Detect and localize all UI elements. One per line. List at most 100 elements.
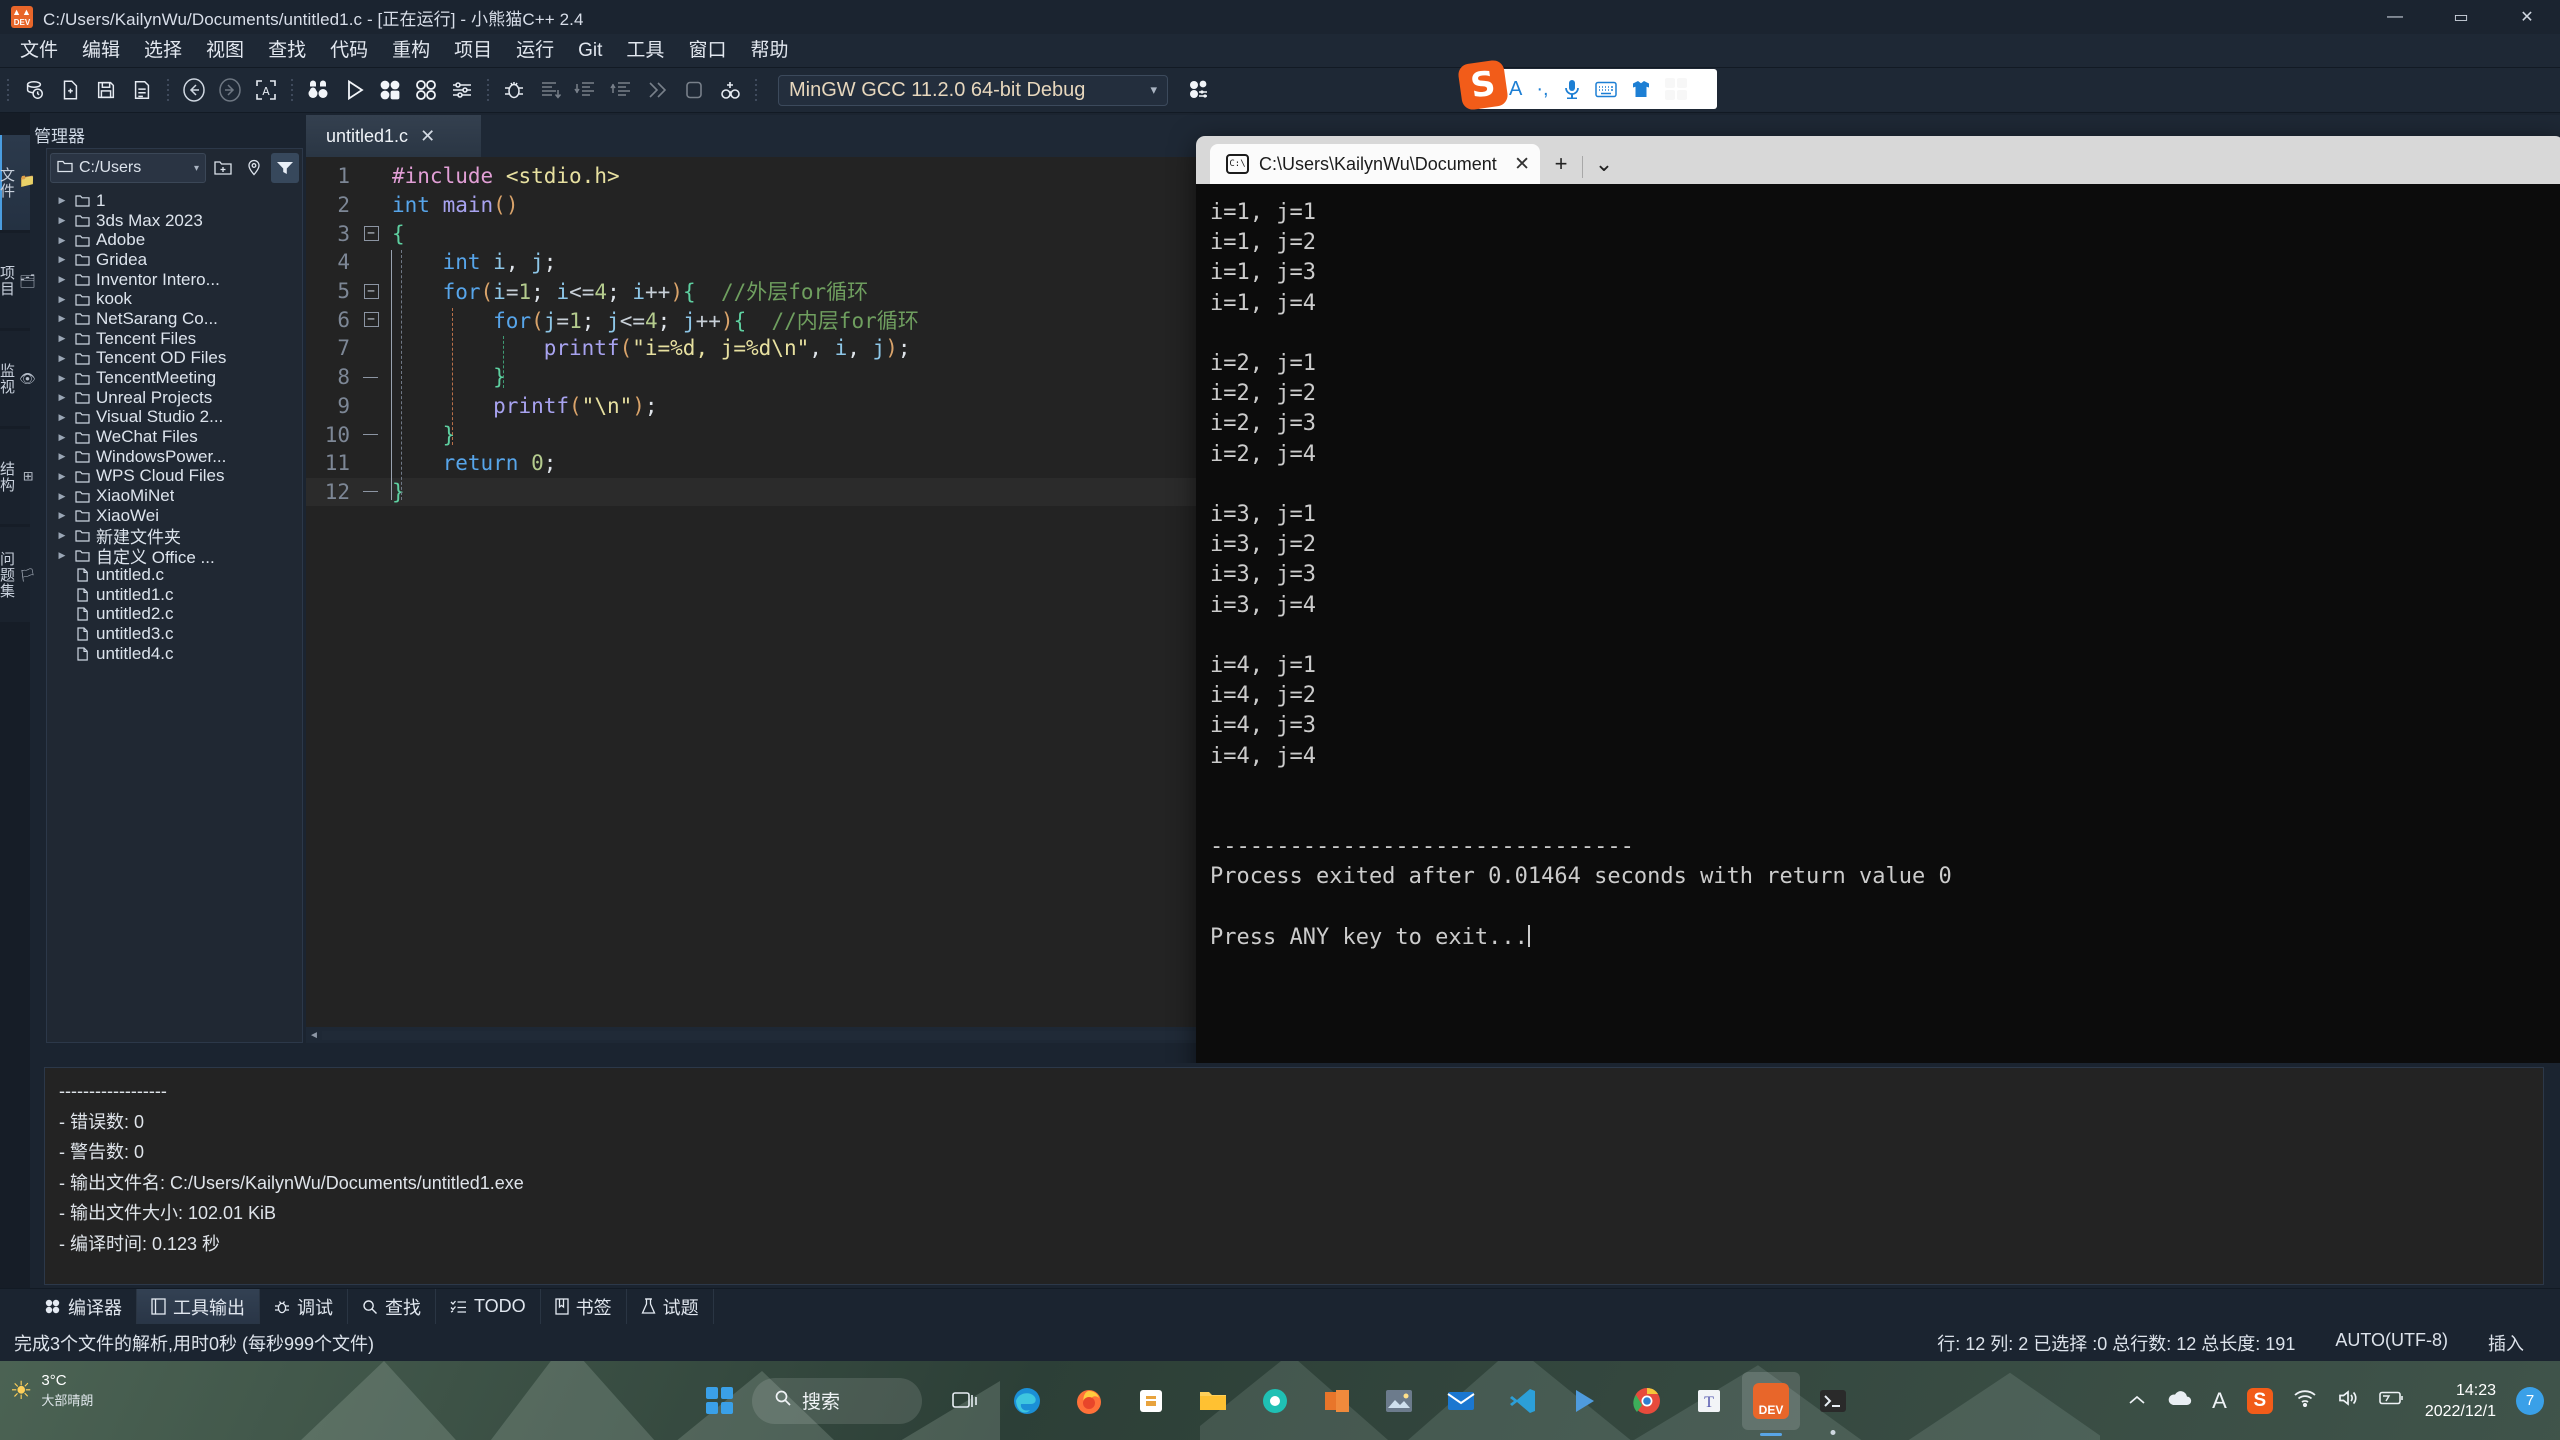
keyboard-icon[interactable] [1594,81,1617,98]
apps-icon[interactable] [1664,78,1687,100]
encoding-label[interactable]: AUTO(UTF-8) [2335,1330,2448,1356]
back-icon[interactable] [178,74,210,106]
menu-帮助[interactable]: 帮助 [740,35,798,67]
fold-toggle-icon[interactable]: − [358,283,384,299]
tree-folder-row[interactable]: ▶ WPS Cloud Files [47,466,302,487]
save-icon[interactable] [90,74,122,106]
bottom-tab-查找[interactable]: 查找 [348,1288,436,1325]
editor-tab-untitled1[interactable]: untitled1.c ✕ [306,115,481,157]
tree-file-row[interactable]: untitled4.c [47,644,302,664]
tab-dropdown-button[interactable]: ⌄ [1583,144,1625,184]
firefox-icon[interactable] [1060,1372,1118,1430]
menu-文件[interactable]: 文件 [10,35,68,67]
taskbar-clock[interactable]: 14:23 2022/12/1 [2425,1380,2496,1422]
bottom-tab-试题[interactable]: 试题 [627,1288,714,1325]
options-icon[interactable] [446,74,478,106]
chevron-right-icon[interactable]: ▶ [55,451,69,462]
menu-工具[interactable]: 工具 [616,35,674,67]
tree-folder-row[interactable]: ▶ 自定义 Office ... [47,545,302,567]
project-icon[interactable] [18,74,50,106]
taskbar-search[interactable]: 搜索 [752,1377,922,1424]
chevron-right-icon[interactable]: ▶ [55,353,69,364]
tree-file-row[interactable]: untitled3.c [47,624,302,644]
maximize-button[interactable]: ▭ [2428,0,2494,34]
toolbar-grip-2[interactable] [165,78,171,102]
tree-folder-row[interactable]: ▶ Adobe [47,230,302,250]
toolbar-grip-3[interactable] [289,78,295,102]
side-tab-监视[interactable]: 监视 👁 [0,331,36,426]
chevron-right-icon[interactable]: ▶ [55,510,69,521]
tree-folder-row[interactable]: ▶ NetSarang Co... [47,309,302,329]
bottom-tab-工具输出[interactable]: 工具输出 [137,1288,260,1325]
terminal-icon[interactable] [1804,1372,1862,1435]
fold-toggle-icon[interactable]: − [358,226,384,242]
toolbar-grip[interactable] [5,78,11,102]
chevron-right-icon[interactable]: ▶ [55,373,69,384]
menu-查找[interactable]: 查找 [258,35,316,67]
tree-folder-row[interactable]: ▶ kook [47,289,302,309]
office-icon[interactable] [1308,1372,1366,1430]
edge-icon[interactable] [998,1372,1056,1430]
photos-icon[interactable] [1370,1372,1428,1430]
chevron-right-icon[interactable]: ▶ [55,254,69,265]
ime-toolbar[interactable]: A ·, [1477,69,1717,109]
start-icon[interactable] [690,1372,748,1430]
menu-重构[interactable]: 重构 [382,35,440,67]
chevron-right-icon[interactable]: ▶ [55,274,69,285]
tree-folder-row[interactable]: ▶ WeChat Files [47,427,302,447]
insert-mode-label[interactable]: 插入 [2488,1330,2524,1356]
store-icon[interactable] [1122,1372,1180,1430]
chevron-right-icon[interactable]: ▶ [55,195,69,206]
filter-icon[interactable] [271,153,299,183]
toolbar-grip-5[interactable] [753,78,759,102]
close-button[interactable]: ✕ [2494,0,2560,34]
tree-folder-row[interactable]: ▶ Tencent Files [47,329,302,349]
close-icon[interactable]: ✕ [420,126,435,147]
side-tab-结构[interactable]: 结构 ⊞ [0,429,36,524]
close-icon[interactable]: ✕ [1514,153,1530,176]
bottom-tab-书签[interactable]: 书签 [541,1288,627,1325]
tree-file-row[interactable]: untitled.c [47,565,302,585]
compile-icon[interactable] [302,74,334,106]
mic-icon[interactable] [1563,79,1581,99]
step-over-icon[interactable] [534,74,566,106]
compiler-set-select[interactable]: MinGW GCC 11.2.0 64-bit Debug ▾ [778,74,1168,106]
bottom-tab-调试[interactable]: 调试 [260,1288,348,1325]
debug-icon[interactable] [498,74,530,106]
menu-选择[interactable]: 选择 [134,35,192,67]
tree-folder-row[interactable]: ▶ TencentMeeting [47,368,302,388]
weather-widget[interactable]: ☀ 3°C 大部晴朗 [10,1371,93,1411]
devcpp-icon[interactable]: DEV [1742,1371,1800,1436]
chrome-alt-icon[interactable] [1246,1372,1304,1430]
terminal-output[interactable]: i=1, j=1 i=1, j=2 i=1, j=3 i=1, j=4 i=2,… [1196,184,2560,1091]
add-watch-icon[interactable] [714,74,746,106]
menu-Git[interactable]: Git [568,35,612,67]
select-all-icon[interactable]: A [250,74,282,106]
tree-file-row[interactable]: untitled1.c [47,585,302,605]
menu-运行[interactable]: 运行 [506,35,564,67]
wifi-icon[interactable] [2293,1389,2317,1413]
chevron-right-icon[interactable]: ▶ [55,294,69,305]
menu-代码[interactable]: 代码 [320,35,378,67]
teams-icon[interactable]: T [1680,1372,1738,1430]
save-as-icon[interactable] [126,74,158,106]
menu-视图[interactable]: 视图 [196,35,254,67]
chevron-right-icon[interactable]: ▶ [55,412,69,423]
step-into-icon[interactable] [570,74,602,106]
toolbar-grip-4[interactable] [485,78,491,102]
task-view-icon[interactable] [936,1372,994,1430]
menu-编辑[interactable]: 编辑 [72,35,130,67]
player-icon[interactable] [1556,1372,1614,1430]
chevron-up-icon[interactable] [2128,1390,2146,1412]
battery-icon[interactable] [2379,1390,2405,1412]
new-tab-button[interactable]: + [1540,144,1582,184]
chevron-right-icon[interactable]: ▶ [55,471,69,482]
ime-A-icon[interactable]: A [2212,1388,2227,1414]
tree-folder-row[interactable]: ▶ Tencent OD Files [47,348,302,369]
tree-folder-row[interactable]: ▶ Gridea [47,250,302,270]
rebuild-icon[interactable] [410,74,442,106]
new-folder-icon[interactable] [209,153,237,183]
menu-项目[interactable]: 项目 [444,35,502,67]
side-tab-问题集[interactable]: 问题集 🏳 [0,527,36,622]
compiler-options-icon[interactable] [1182,74,1214,106]
